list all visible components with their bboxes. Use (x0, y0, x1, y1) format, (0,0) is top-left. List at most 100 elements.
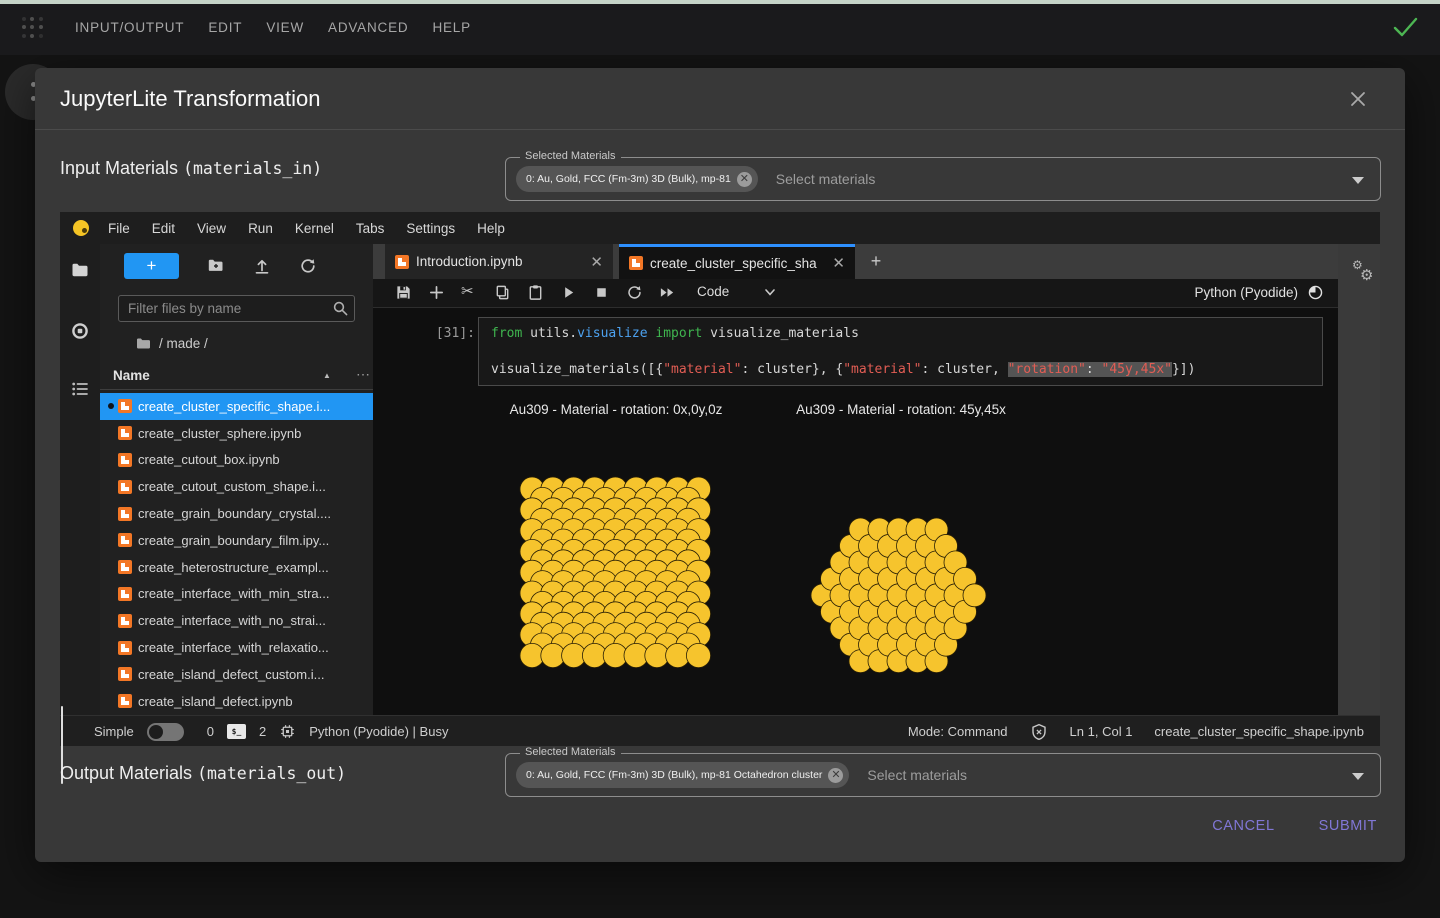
running-kernels-icon[interactable] (71, 322, 89, 340)
status-filename[interactable]: create_cluster_specific_shape.ipynb (1154, 724, 1364, 739)
tab-close-icon[interactable]: ✕ (590, 253, 603, 271)
app-logo-icon[interactable] (22, 17, 44, 39)
new-folder-icon[interactable] (207, 257, 225, 274)
file-list-item[interactable]: create_interface_with_min_stra... (100, 581, 373, 608)
table-of-contents-icon[interactable] (71, 381, 89, 397)
restart-run-all-icon[interactable] (658, 284, 677, 301)
restart-kernel-icon[interactable] (626, 284, 643, 301)
tab-create-cluster-specific-shape[interactable]: create_cluster_specific_sha ✕ (619, 244, 855, 279)
simple-mode-toggle[interactable] (147, 723, 184, 741)
dialog-close-icon[interactable] (1348, 89, 1368, 109)
jupyter-menu-item-tabs[interactable]: Tabs (356, 221, 385, 236)
kernel-name[interactable]: Python (Pyodide) (1194, 285, 1298, 300)
copy-cell-icon[interactable] (494, 284, 511, 301)
file-list-item[interactable]: create_grain_boundary_film.ipy... (100, 527, 373, 554)
app-menu-item-edit[interactable]: EDIT (208, 20, 242, 35)
notebook-file-icon (118, 426, 132, 440)
dropdown-caret-icon[interactable] (1352, 177, 1364, 184)
file-name: create_interface_with_no_strai... (138, 613, 326, 628)
jupyter-menu: File Edit View Run Kernel Tabs Settings Help (108, 212, 505, 244)
file-list-item[interactable]: create_heterostructure_exampl... (100, 554, 373, 581)
tab-close-icon[interactable]: ✕ (832, 254, 845, 272)
kernel-chip-icon[interactable] (279, 723, 296, 740)
chevron-down-icon[interactable] (763, 286, 777, 298)
file-name: create_interface_with_relaxatio... (138, 640, 329, 655)
more-options-icon[interactable]: ⋯ (356, 366, 370, 383)
settings-gears-icon[interactable]: ⚙⚙ (1352, 258, 1380, 286)
right-gutter: ⚙⚙ (1338, 244, 1380, 715)
jupyter-menu-item-view[interactable]: View (197, 221, 226, 236)
column-header-name[interactable]: Name (113, 368, 150, 383)
breadcrumb-path[interactable]: / made / (159, 336, 208, 351)
folder-icon[interactable] (136, 337, 151, 350)
file-name: create_island_defect_custom.i... (138, 667, 324, 682)
input-materials-label: Input Materials (materials_in) (60, 158, 322, 179)
notebook-icon (629, 256, 643, 270)
chip-remove-icon[interactable]: ✕ (737, 172, 752, 187)
chip-remove-icon[interactable]: ✕ (828, 768, 843, 783)
cell-type-select[interactable]: Code (697, 284, 729, 299)
output-materials-label: Output Materials (materials_out) (60, 763, 346, 784)
dropdown-caret-icon[interactable] (1352, 773, 1364, 780)
app-menu-item-input-output[interactable]: INPUT/OUTPUT (75, 20, 184, 35)
file-list-item[interactable]: create_island_defect.ipynb (100, 688, 373, 715)
submit-button[interactable]: SUBMIT (1319, 818, 1377, 834)
file-name: create_grain_boundary_film.ipy... (138, 533, 329, 548)
tab-introduction[interactable]: Introduction.ipynb ✕ (385, 244, 613, 279)
refresh-icon[interactable] (299, 257, 317, 275)
screen: INPUT/OUTPUTEDITVIEWADVANCEDHELP Jupyter… (0, 0, 1440, 918)
output-label-1: Au309 - Material - rotation: 0x,0y,0z (486, 402, 746, 417)
upload-icon[interactable] (253, 257, 271, 275)
file-browser-icon[interactable] (71, 262, 89, 278)
app-menu-item-help[interactable]: HELP (432, 20, 470, 35)
input-materials-select[interactable]: Selected Materials 0: Au, Gold, FCC (Fm-… (505, 157, 1381, 201)
trust-shield-icon[interactable] (1030, 723, 1048, 741)
sort-ascending-icon[interactable]: ▲ (323, 371, 331, 380)
file-list-item[interactable]: create_interface_with_no_strai... (100, 607, 373, 634)
jupyter-menu-item-help[interactable]: Help (477, 221, 505, 236)
code-cell[interactable]: from utils.visualize import visualize_ma… (478, 317, 1323, 386)
notebook-file-icon (118, 399, 132, 413)
jupyter-menu-item-settings[interactable]: Settings (406, 221, 455, 236)
add-cell-icon[interactable] (428, 284, 445, 301)
file-list-item[interactable]: create_interface_with_relaxatio... (100, 634, 373, 661)
run-cell-icon[interactable] (560, 284, 577, 301)
filter-files-input[interactable] (118, 295, 355, 322)
kernels-count[interactable]: 2 (259, 724, 266, 739)
jupyter-menu-item-run[interactable]: Run (248, 221, 273, 236)
app-menu-item-view[interactable]: VIEW (266, 20, 304, 35)
kernel-status[interactable]: Python (Pyodide) | Busy (309, 724, 448, 739)
file-name: create_cutout_custom_shape.i... (138, 479, 326, 494)
cell-execution-count: [31]: (423, 326, 475, 341)
jupyter-menu-item-edit[interactable]: Edit (152, 221, 175, 236)
file-list-item[interactable]: create_grain_boundary_crystal.... (100, 500, 373, 527)
file-list-item[interactable]: create_island_defect_custom.i... (100, 661, 373, 688)
notebook-content[interactable]: [31]: from utils.visualize import visual… (373, 308, 1338, 715)
input-material-chip[interactable]: 0: Au, Gold, FCC (Fm-3m) 3D (Bulk), mp-8… (516, 166, 758, 192)
kernel-busy-icon[interactable] (1307, 284, 1324, 301)
cancel-button[interactable]: CANCEL (1212, 818, 1274, 834)
stop-kernel-icon[interactable] (593, 284, 610, 301)
cursor-position[interactable]: Ln 1, Col 1 (1070, 724, 1133, 739)
file-list-item[interactable]: create_cluster_sphere.ipynb (100, 420, 373, 447)
output-material-chip[interactable]: 0: Au, Gold, FCC (Fm-3m) 3D (Bulk), mp-8… (516, 762, 849, 788)
file-list-item[interactable]: create_cutout_box.ipynb (100, 447, 373, 474)
add-tab-button[interactable]: + (861, 248, 891, 276)
paste-cell-icon[interactable] (527, 284, 544, 301)
cut-cell-icon[interactable]: ✂ (461, 282, 474, 300)
file-list-item[interactable]: create_cluster_specific_shape.i... (100, 393, 373, 420)
terminals-count[interactable]: 0 (207, 724, 214, 739)
app-menu-item-advanced[interactable]: ADVANCED (328, 20, 408, 35)
save-icon[interactable] (395, 284, 412, 301)
cluster-visualization-hex (810, 517, 987, 674)
terminal-icon[interactable]: $_ (227, 724, 246, 739)
check-icon[interactable] (1392, 15, 1418, 39)
command-mode-indicator[interactable]: Mode: Command (908, 724, 1008, 739)
file-list-item[interactable]: create_cutout_custom_shape.i... (100, 473, 373, 500)
output-materials-select[interactable]: Selected Materials 0: Au, Gold, FCC (Fm-… (505, 753, 1381, 797)
jupyter-menu-item-file[interactable]: File (108, 221, 130, 236)
jupyter-logo-icon (73, 220, 89, 236)
notebook-icon (395, 255, 409, 269)
new-launcher-button[interactable]: + (124, 253, 179, 279)
jupyter-menu-item-kernel[interactable]: Kernel (295, 221, 334, 236)
